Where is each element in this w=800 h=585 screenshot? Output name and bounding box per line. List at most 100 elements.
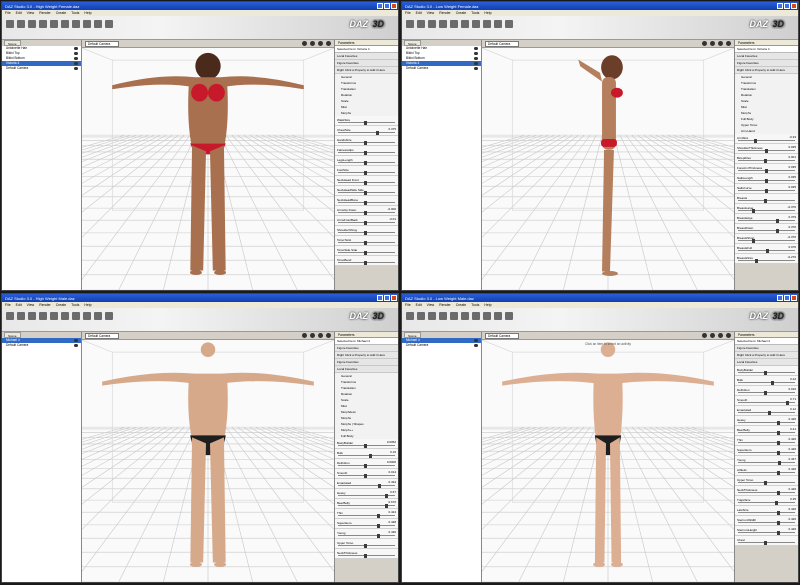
slider-track[interactable] (738, 492, 795, 493)
menu-item-create[interactable]: Create (56, 11, 67, 15)
camera-icon[interactable] (72, 312, 80, 320)
menu-item-file[interactable]: File (5, 11, 11, 15)
slider-knob[interactable] (752, 209, 756, 213)
menu-item-edit[interactable]: Edit (416, 303, 422, 307)
render-settings-icon[interactable] (61, 312, 69, 320)
visibility-eye-icon[interactable] (74, 344, 78, 347)
visibility-eye-icon[interactable] (74, 57, 78, 60)
zoom-view-icon[interactable] (718, 41, 723, 46)
slider-knob[interactable] (364, 151, 367, 155)
slider-value[interactable]: 0.35 (790, 497, 796, 501)
slider-track[interactable] (338, 515, 395, 516)
slider-value[interactable]: 0.426 (788, 447, 796, 451)
maximize-button[interactable] (784, 3, 790, 9)
parameter-slider[interactable]: Definition 0.016 (735, 386, 798, 396)
slider-track[interactable] (738, 230, 795, 231)
slider-value[interactable]: 0.001 (788, 155, 796, 159)
slider-knob[interactable] (776, 431, 780, 435)
parameter-slider[interactable]: NeckThickness 0.426 (735, 486, 798, 496)
close-button[interactable] (791, 295, 797, 301)
parameter-group[interactable]: Local Favorites (335, 366, 398, 373)
parameter-slider[interactable]: HandsSize (335, 136, 398, 146)
slider-track[interactable] (738, 210, 795, 211)
slider-knob[interactable] (771, 381, 775, 385)
parameter-slider[interactable]: TorsoBend (335, 256, 398, 266)
slider-knob[interactable] (364, 261, 367, 265)
menu-item-file[interactable]: File (405, 11, 411, 15)
save-icon[interactable] (28, 20, 36, 28)
visibility-eye-icon[interactable] (474, 339, 478, 342)
minimize-button[interactable] (777, 295, 783, 301)
camera-select[interactable]: Default Camera (485, 40, 519, 47)
menu-item-file[interactable]: File (405, 303, 411, 307)
slider-value[interactable]: -0.33 (789, 135, 796, 139)
slider-knob[interactable] (777, 511, 781, 515)
parameter-slider[interactable]: Chest (735, 536, 798, 546)
slider-value[interactable]: 0.370 (788, 225, 796, 229)
maximize-button[interactable] (784, 295, 790, 301)
slider-track[interactable] (738, 240, 795, 241)
new-scene-icon[interactable] (6, 20, 14, 28)
open-icon[interactable] (417, 20, 425, 28)
parameter-slider[interactable]: BodyBuilder 0.0052 (335, 439, 398, 449)
redo-icon[interactable] (494, 312, 502, 320)
slider-knob[interactable] (377, 524, 381, 528)
parameter-slider[interactable]: BiceptFlex 0.001 (735, 154, 798, 164)
slider-knob[interactable] (777, 491, 781, 495)
camera-select[interactable]: Default Camera (85, 332, 119, 339)
slider-track[interactable] (738, 422, 795, 423)
new-scene-icon[interactable] (406, 312, 414, 320)
slider-knob[interactable] (364, 161, 367, 165)
scene-item[interactable]: Default Camera (402, 66, 481, 71)
render-icon[interactable] (50, 312, 58, 320)
slider-knob[interactable] (767, 411, 771, 415)
parameter-slider[interactable]: Upper Torso (335, 539, 398, 549)
rotate-view-icon[interactable] (702, 41, 707, 46)
slider-knob[interactable] (777, 451, 781, 455)
parameter-slider[interactable]: Emaciated 0.12 (735, 406, 798, 416)
parameter-slider[interactable]: BreastsAge 0.379 (735, 214, 798, 224)
slider-value[interactable]: 0.0000 (387, 460, 396, 464)
slider-track[interactable] (738, 382, 795, 383)
slider-knob[interactable] (752, 239, 756, 243)
slider-knob[interactable] (765, 169, 769, 173)
slider-knob[interactable] (753, 139, 757, 143)
new-scene-icon[interactable] (6, 312, 14, 320)
zoom-view-icon[interactable] (718, 333, 723, 338)
camera-icon[interactable] (72, 20, 80, 28)
camera-select[interactable]: Default Camera (85, 40, 119, 47)
parameter-slider[interactable]: ArmSize -0.33 (735, 134, 798, 144)
parameter-slider[interactable]: Young 0.430 (335, 529, 398, 539)
menu-item-render[interactable]: Render (39, 303, 50, 307)
slider-knob[interactable] (364, 121, 367, 125)
slider-knob[interactable] (777, 521, 781, 525)
scene-item[interactable]: Default Camera (2, 66, 81, 71)
parameter-slider[interactable]: TorsoTwist (335, 236, 398, 246)
undo-icon[interactable] (83, 20, 91, 28)
parameter-slider[interactable]: SuperHero 0.428 (335, 519, 398, 529)
slider-track[interactable] (738, 522, 795, 523)
slider-value[interactable]: 0.035 (788, 165, 796, 169)
visibility-eye-icon[interactable] (474, 62, 478, 65)
slider-knob[interactable] (777, 421, 781, 425)
slider-value[interactable]: 0.434 (388, 480, 396, 484)
visibility-eye-icon[interactable] (74, 47, 78, 50)
menu-item-edit[interactable]: Edit (416, 11, 422, 15)
render-settings-icon[interactable] (461, 20, 469, 28)
slider-value[interactable]: 0.035 (788, 185, 796, 189)
parameter-slider[interactable]: Athletic 0.426 (735, 466, 798, 476)
minimize-button[interactable] (377, 295, 383, 301)
slider-value[interactable]: 0.437 (788, 457, 796, 461)
parameter-slider[interactable]: BreastLarge -0.376 (735, 204, 798, 214)
menu-item-view[interactable]: View (427, 11, 435, 15)
slider-track[interactable] (338, 535, 395, 536)
parameter-group[interactable]: Local Favorites (735, 359, 798, 366)
slider-value[interactable]: 0.014 (388, 470, 396, 474)
visibility-eye-icon[interactable] (474, 344, 478, 347)
parameter-slider[interactable]: SternumWidth 0.426 (735, 516, 798, 526)
slider-track[interactable] (738, 220, 795, 221)
slider-value[interactable]: 0.375 (388, 127, 396, 131)
parameter-slider[interactable]: BreastDown 0.370 (735, 224, 798, 234)
slider-knob[interactable] (364, 241, 367, 245)
slider-value[interactable]: 0.426 (788, 467, 796, 471)
